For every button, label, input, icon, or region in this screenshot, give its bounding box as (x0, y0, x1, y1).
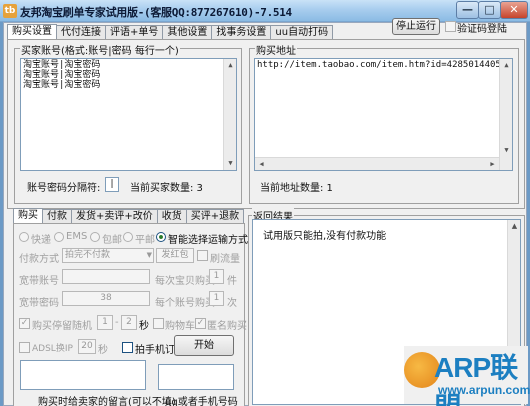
per-item-input[interactable]: 1 (209, 269, 224, 284)
random-dash: - (115, 317, 119, 328)
separator-label: 账号密码分隔符: (27, 183, 101, 194)
purchase-url-line: http://item.taobao.com/item.htm?id=42850… (257, 60, 501, 70)
payment-method-select[interactable]: 拍完不付款 ▼ (62, 248, 154, 263)
cart-checkbox[interactable] (153, 318, 164, 329)
separator-input[interactable]: | (105, 177, 119, 192)
tab-other-settings[interactable]: 其他设置 (162, 25, 213, 40)
tab-purchase-settings[interactable]: 购买设置 (7, 24, 57, 40)
scroll-up-icon[interactable]: ▲ (500, 59, 512, 72)
send-red-packet-button[interactable]: 发红包 (156, 248, 194, 263)
tab-task-settings[interactable]: 找事务设置 (211, 25, 272, 40)
scroll-right-icon[interactable]: ▶ (486, 158, 499, 170)
per-account-input[interactable]: 1 (209, 291, 224, 306)
buyer-accounts-label: 买家账号(格式:账号|密码 每行一个) (20, 42, 180, 57)
shipping-express-radio[interactable] (19, 232, 29, 242)
random-min-input[interactable]: 1 (97, 315, 113, 330)
cart-label: 购物车 (165, 321, 195, 332)
buyer-account-line: 淘宝账号|淘宝密码 (23, 80, 101, 90)
payment-method-value: 拍完不付款 (65, 250, 111, 260)
buyer-count-label: 当前买家数量: 3 (130, 183, 203, 194)
app-icon: tb (3, 4, 17, 18)
anonymous-checkbox[interactable]: ✓ (195, 318, 206, 329)
refresh-traffic-label: 刷流量 (210, 254, 240, 265)
per-account-label: 每个账号购买 (155, 298, 215, 309)
purchase-url-scrollbar-v[interactable]: ▲ ▼ (499, 59, 512, 170)
purchase-url-label: 购买地址 (255, 42, 297, 57)
verify-login-checkbox[interactable] (445, 21, 456, 32)
url-count-label: 当前地址数量: 1 (260, 183, 333, 194)
tab-uu-captcha[interactable]: uu自动打码 (270, 25, 334, 40)
minimize-button[interactable]: — (456, 1, 479, 19)
random-unit: 秒 (139, 321, 149, 332)
buyer-accounts-scrollbar[interactable]: ▲ ▼ (223, 59, 236, 170)
tab-review-refund[interactable]: 买评+退款 (185, 209, 245, 224)
random-stay-label: 购买停留随机 (32, 321, 92, 332)
shipping-smart-radio[interactable] (156, 232, 166, 242)
purchase-url-scrollbar-h[interactable]: ◀ ▶ (255, 157, 499, 170)
shipping-post-label: 平邮 (135, 235, 155, 246)
shipping-post-radio[interactable] (123, 232, 133, 242)
scroll-down-icon[interactable]: ▼ (500, 144, 512, 157)
tab-payment-link[interactable]: 代付连接 (56, 25, 106, 40)
watermark-brand: ARP联盟 (434, 352, 518, 406)
top-tab-strip: 购买设置 代付连接 评语+单号 其他设置 找事务设置 uu自动打码 (7, 24, 334, 40)
per-item-unit: 件 (227, 276, 237, 287)
seller-message-label: 购买时给卖家的留言(可以不填) (38, 397, 176, 406)
buyer-account-line: 淘宝账号|淘宝密码 (23, 70, 101, 80)
shipping-free-label: 包邮 (102, 235, 122, 246)
scroll-up-icon[interactable]: ▲ (224, 59, 236, 72)
anonymous-label: 匿名购买 (207, 321, 247, 332)
refresh-traffic-checkbox[interactable] (197, 250, 208, 261)
random-stay-checkbox[interactable]: ✓ (19, 318, 30, 329)
watermark-url: www.arpun.com (438, 383, 530, 397)
scroll-up-icon[interactable]: ▲ (508, 220, 520, 233)
proxy-password-label: 宽带密码 (19, 298, 59, 309)
tab-review-number[interactable]: 评语+单号 (105, 25, 164, 40)
start-button[interactable]: 开始 (174, 335, 234, 356)
result-text: 试用版只能拍,没有付款功能 (263, 231, 387, 242)
proxy-account-label: 宽带账号 (19, 276, 59, 287)
adsl-label: ADSL换IP (32, 344, 73, 354)
adsl-checkbox[interactable] (19, 342, 30, 353)
maximize-button[interactable]: □ (478, 1, 501, 19)
proxy-password-input[interactable]: 38 (62, 291, 150, 306)
chevron-down-icon[interactable]: ▼ (147, 249, 152, 262)
payment-method-label: 付款方式 (19, 254, 59, 265)
seller-message-textarea[interactable] (20, 360, 146, 390)
bottom-tab-strip: 购买 付款 发货+卖评+改价 收货 买评+退款 (13, 208, 245, 224)
adsl-unit: 秒 (98, 345, 108, 356)
title-bar: tb 友邦淘宝刷单专家试用版-(客服QQ:877267610)-7.514 — … (0, 0, 530, 22)
contact-input[interactable] (158, 364, 234, 390)
arp-watermark-logo: ARP联盟 www.arpun.com (404, 346, 530, 406)
buyer-accounts-textarea[interactable]: 淘宝账号|淘宝密码 淘宝账号|淘宝密码 淘宝账号|淘宝密码 ▲ ▼ (20, 58, 237, 171)
verify-login-label: 验证码登陆 (457, 24, 507, 35)
tab-pay[interactable]: 付款 (42, 209, 72, 224)
adsl-interval-input[interactable]: 20 (78, 339, 96, 354)
tab-ship-review-price[interactable]: 发货+卖评+改价 (71, 209, 158, 224)
scroll-left-icon[interactable]: ◀ (255, 158, 268, 170)
window-title: 友邦淘宝刷单专家试用版-(客服QQ:877267610)-7.514 (20, 6, 292, 19)
purchase-url-textarea[interactable]: http://item.taobao.com/item.htm?id=42850… (254, 58, 513, 171)
mobile-order-checkbox[interactable] (122, 342, 133, 353)
buyer-account-line: 淘宝账号|淘宝密码 (23, 60, 101, 70)
shipping-express-label: 快递 (31, 235, 51, 246)
tab-receive[interactable]: 收货 (156, 209, 187, 224)
shipping-ems-label: EMS (66, 231, 88, 242)
shipping-ems-radio[interactable] (54, 232, 64, 242)
contact-label: qq或者手机号码 (165, 397, 238, 406)
random-max-input[interactable]: 2 (121, 315, 137, 330)
stop-button[interactable]: 停止运行 (392, 18, 440, 35)
shipping-free-radio[interactable] (90, 232, 100, 242)
per-account-unit: 次 (227, 298, 237, 309)
shipping-smart-label: 智能选择运输方式 (168, 235, 248, 246)
tab-buy[interactable]: 购买 (13, 208, 43, 224)
close-button[interactable]: ✕ (500, 1, 528, 19)
proxy-account-input[interactable] (62, 269, 150, 284)
scroll-down-icon[interactable]: ▼ (224, 157, 236, 170)
per-item-label: 每次宝贝购买 (155, 276, 215, 287)
purchase-settings-panel: 买家账号(格式:账号|密码 每行一个) 淘宝账号|淘宝密码 淘宝账号|淘宝密码 … (7, 39, 525, 209)
buy-tab-panel: 快递 EMS 包邮 平邮 智能选择运输方式 付款方式 拍完不付款 ▼ 发红包 刷… (13, 223, 248, 406)
